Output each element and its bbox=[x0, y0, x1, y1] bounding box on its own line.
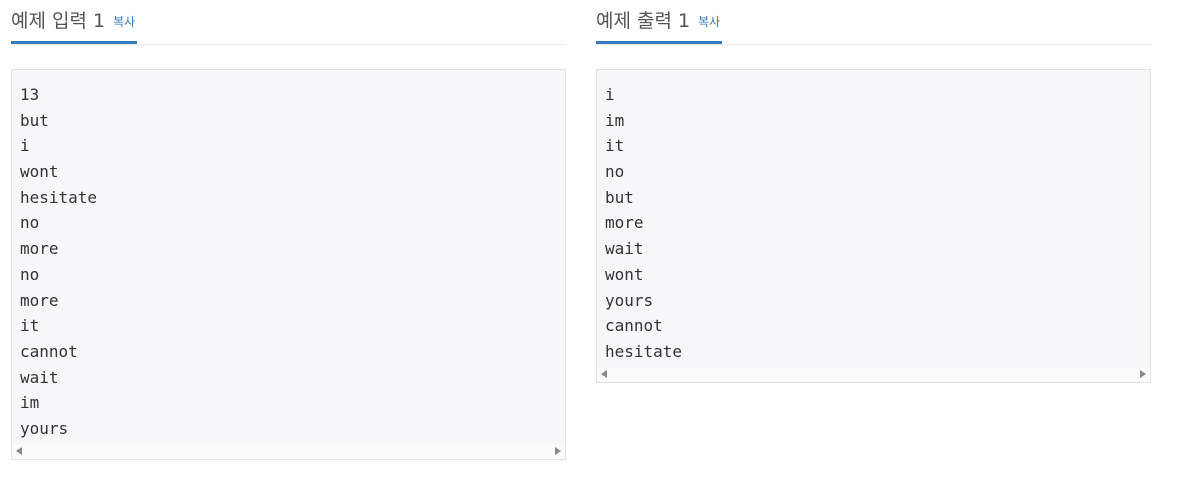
output-line: im bbox=[605, 110, 625, 130]
sample-output-title: 예제 출력 1 bbox=[596, 10, 691, 32]
sample-output-section: 예제 출력 1 복사 i im it no but more wait wont yours ca… bbox=[596, 0, 1151, 383]
sample-output-box: i im it no but more wait wont yours cannot hesitat… bbox=[596, 69, 1151, 383]
output-horizontal-scrollbar[interactable] bbox=[597, 366, 1150, 382]
sample-output-title-group: 예제 출력 1 복사 bbox=[596, 0, 723, 44]
sample-output-text[interactable]: i im it no but more wait wont yours cannot hesitat… bbox=[597, 70, 1150, 367]
copy-input-button[interactable]: 복사 bbox=[113, 8, 135, 36]
sample-input-header: 예제 입력 1 복사 bbox=[11, 0, 566, 45]
input-line: im bbox=[20, 393, 40, 413]
input-line: i bbox=[20, 136, 30, 156]
sample-input-title-group: 예제 입력 1 복사 bbox=[11, 0, 138, 44]
sample-input-title: 예제 입력 1 bbox=[11, 10, 106, 32]
scroll-left-arrow-icon[interactable] bbox=[16, 446, 22, 455]
output-line: but bbox=[605, 187, 634, 207]
input-line: but bbox=[20, 110, 49, 130]
input-line: more bbox=[20, 290, 59, 310]
output-line: wont bbox=[605, 264, 644, 284]
input-line: more bbox=[20, 239, 59, 259]
input-line: hesitate bbox=[20, 187, 98, 207]
sample-io-container: 예제 입력 1 복사 13 but i wont hesitate no more no mor… bbox=[0, 0, 1183, 484]
output-line: hesitate bbox=[605, 341, 683, 361]
copy-output-button[interactable]: 복사 bbox=[698, 8, 720, 36]
input-line: it bbox=[20, 316, 40, 336]
scroll-right-arrow-icon[interactable] bbox=[1140, 369, 1146, 378]
input-line: cannot bbox=[20, 341, 78, 361]
scroll-right-arrow-icon[interactable] bbox=[555, 446, 561, 455]
input-line: no bbox=[20, 213, 40, 233]
sample-input-box: 13 but i wont hesitate no more no more it cannot wa… bbox=[11, 69, 566, 460]
output-line: wait bbox=[605, 239, 644, 259]
sample-input-section: 예제 입력 1 복사 13 but i wont hesitate no more no mor… bbox=[11, 0, 566, 460]
input-line: yours bbox=[20, 418, 69, 438]
input-horizontal-scrollbar[interactable] bbox=[12, 443, 565, 459]
input-line: wait bbox=[20, 367, 59, 387]
input-line: no bbox=[20, 264, 40, 284]
input-line: wont bbox=[20, 162, 59, 182]
input-line: 13 bbox=[20, 85, 40, 104]
output-line: yours bbox=[605, 290, 654, 310]
output-line: it bbox=[605, 136, 625, 156]
sample-input-text[interactable]: 13 but i wont hesitate no more no more it cannot wa… bbox=[12, 70, 565, 444]
output-line: cannot bbox=[605, 316, 663, 336]
scroll-left-arrow-icon[interactable] bbox=[601, 369, 607, 378]
output-line: more bbox=[605, 213, 644, 233]
sample-output-header: 예제 출력 1 복사 bbox=[596, 0, 1151, 45]
output-line: no bbox=[605, 162, 625, 182]
output-line: i bbox=[605, 85, 615, 104]
